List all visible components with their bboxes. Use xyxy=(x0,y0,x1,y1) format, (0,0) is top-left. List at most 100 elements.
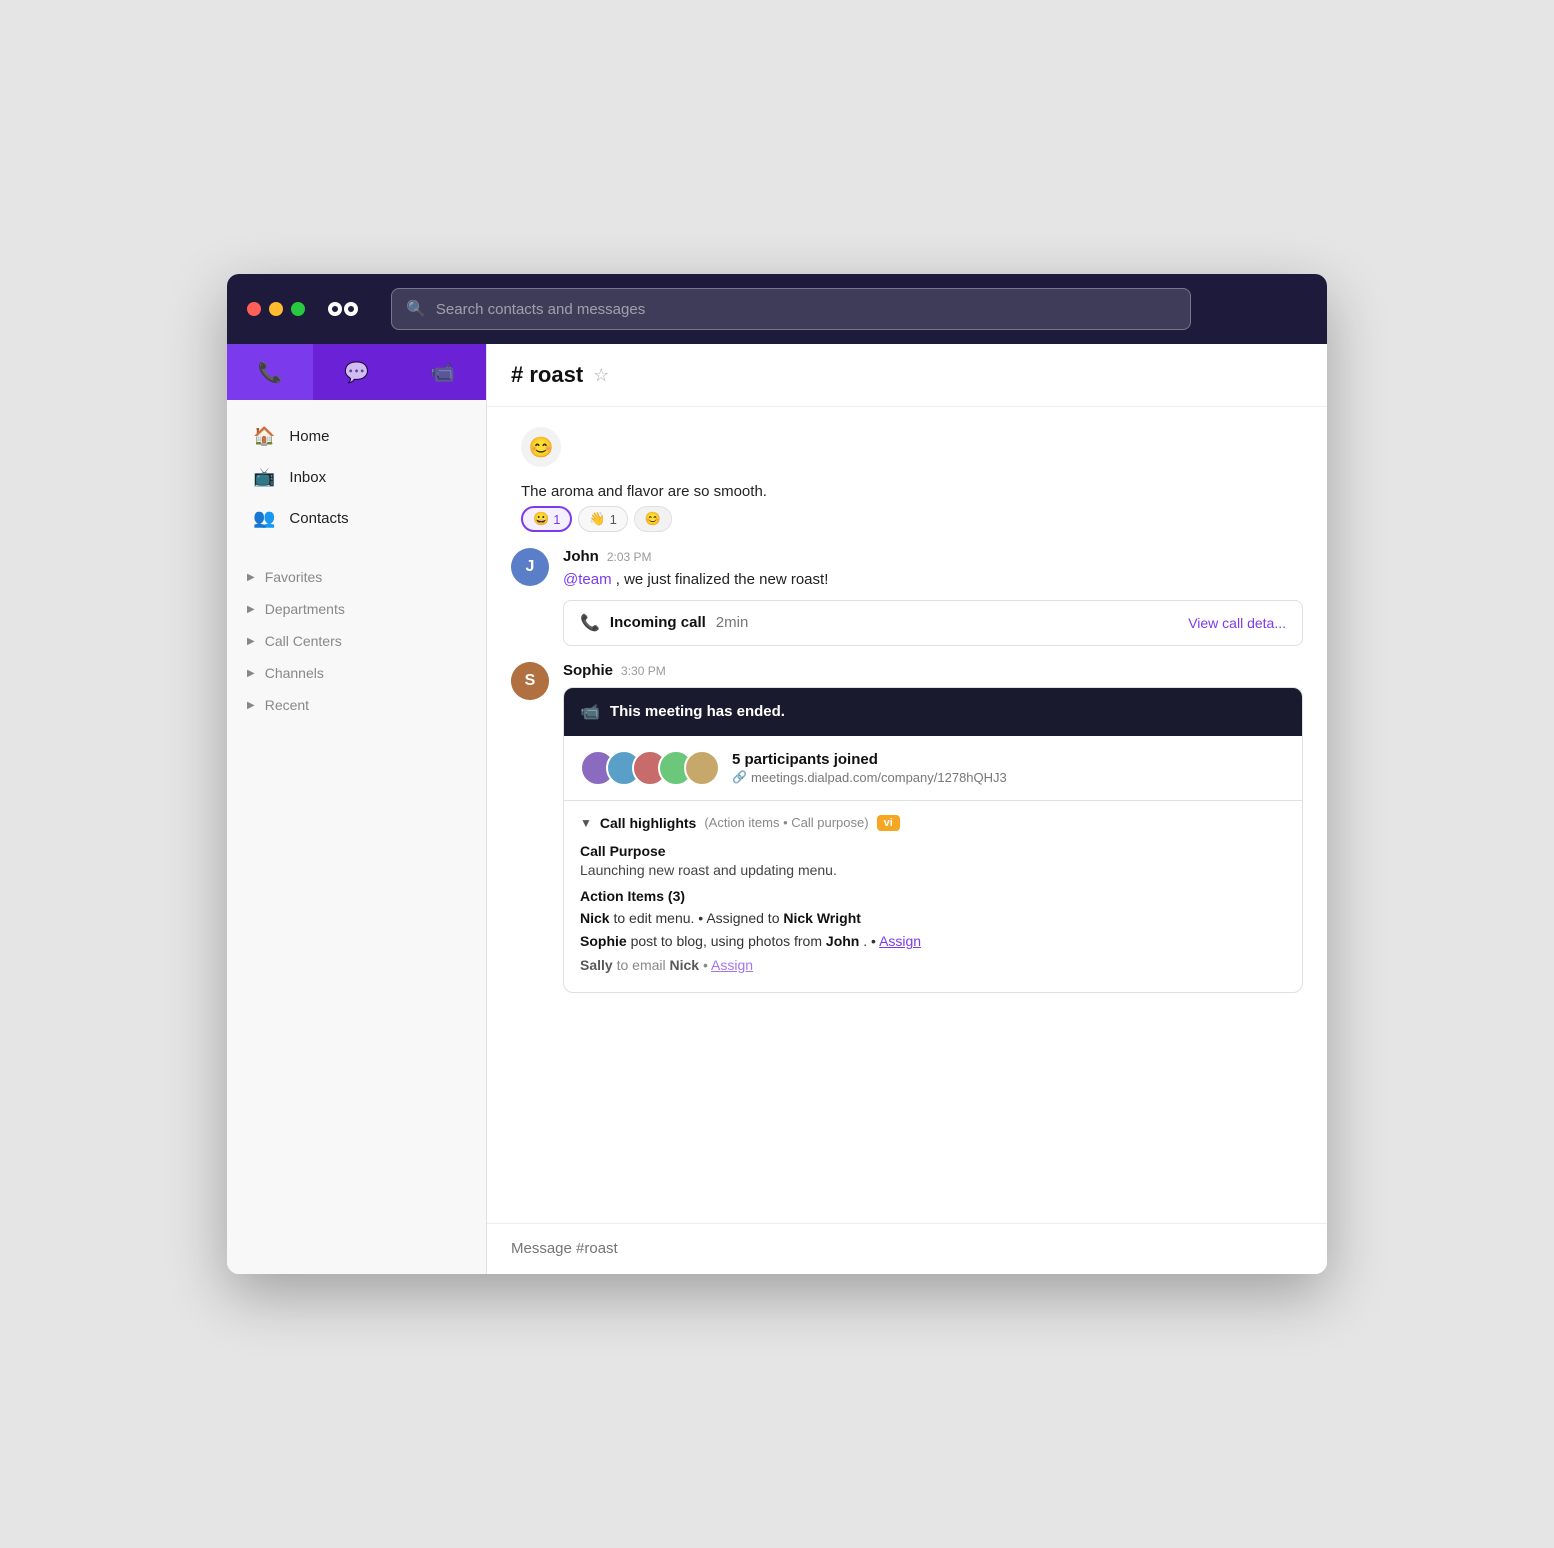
section-label: Call Centers xyxy=(265,633,342,649)
reaction-emoji: 😊 xyxy=(645,511,661,527)
sidebar-item-recent[interactable]: ▶ Recent xyxy=(227,689,486,721)
highlights-toggle[interactable]: ▼ xyxy=(580,816,592,830)
sophie-avatar: S xyxy=(511,662,549,700)
inbox-icon: 📺 xyxy=(253,467,275,488)
sidebar-item-departments[interactable]: ▶ Departments xyxy=(227,593,486,625)
video-icon: 📹 xyxy=(430,360,455,385)
action-item-1-assigned: • Assigned to xyxy=(698,910,783,926)
tab-phone[interactable]: 📞 xyxy=(227,344,313,400)
call-purpose-section: Call Purpose Launching new roast and upd… xyxy=(580,843,1286,878)
call-icon: 📞 xyxy=(580,613,600,633)
action-item-1-name2: Nick Wright xyxy=(783,910,861,926)
call-label: Incoming call xyxy=(610,614,706,631)
star-icon[interactable]: ☆ xyxy=(593,365,609,386)
meeting-participants: 5 participants joined 🔗 meetings.dialpad… xyxy=(564,736,1302,801)
action-item-2-name1: Sophie xyxy=(580,933,627,949)
john-message-row: J John 2:03 PM @team , we just finalized… xyxy=(511,548,1303,646)
meeting-header: 📹 This meeting has ended. xyxy=(564,688,1302,736)
home-icon: 🏠 xyxy=(253,426,275,447)
sidebar-item-home[interactable]: 🏠 Home xyxy=(233,416,480,457)
reaction-count: 1 xyxy=(553,512,560,527)
chevron-icon: ▶ xyxy=(247,668,255,679)
call-info: 📞 Incoming call 2min xyxy=(580,613,748,633)
action-item-3-dot: • xyxy=(703,957,711,973)
chevron-icon: ▶ xyxy=(247,572,255,583)
maximize-button[interactable] xyxy=(291,302,305,316)
sidebar-item-channels[interactable]: ▶ Channels xyxy=(227,657,486,689)
timestamp: 3:30 PM xyxy=(621,664,666,678)
sidebar-item-label: Contacts xyxy=(289,510,348,527)
sidebar-item-call-centers[interactable]: ▶ Call Centers xyxy=(227,625,486,657)
section-label: Channels xyxy=(265,665,324,681)
action-items-label: Action Items (3) xyxy=(580,888,1286,904)
tab-video[interactable]: 📹 xyxy=(400,344,486,400)
action-items-section: Action Items (3) Nick to edit menu. • As… xyxy=(580,888,1286,978)
search-bar[interactable]: 🔍 xyxy=(391,288,1191,330)
action-item-3: Sally to email Nick • Assign xyxy=(580,954,1286,978)
sidebar-item-inbox[interactable]: 📺 Inbox xyxy=(233,457,480,498)
close-button[interactable] xyxy=(247,302,261,316)
action-item-3-text: to email xyxy=(617,957,670,973)
app-logo xyxy=(325,291,361,327)
search-input[interactable] xyxy=(436,301,1176,318)
video-meeting-icon: 📹 xyxy=(580,702,600,722)
assign-link-3[interactable]: Assign xyxy=(711,957,753,973)
chat-messages: 😊 The aroma and flavor are so smooth. 😀 … xyxy=(487,407,1327,1223)
sidebar-item-favorites[interactable]: ▶ Favorites xyxy=(227,561,486,593)
action-item-1-text: to edit menu. xyxy=(613,910,694,926)
message-meta: John 2:03 PM xyxy=(563,548,1303,565)
participant-avatar-5 xyxy=(684,750,720,786)
reaction-wave[interactable]: 👋 1 xyxy=(578,506,627,532)
view-call-link[interactable]: View call deta... xyxy=(1188,615,1286,631)
participants-count: 5 participants joined xyxy=(732,751,1007,768)
call-purpose-label: Call Purpose xyxy=(580,843,1286,859)
sidebar-item-contacts[interactable]: 👥 Contacts xyxy=(233,498,480,539)
sidebar-nav: 🏠 Home 📺 Inbox 👥 Contacts xyxy=(227,400,486,555)
mention-team: @team xyxy=(563,571,612,588)
john-avatar: J xyxy=(511,548,549,586)
vi-badge: vi xyxy=(877,815,900,831)
message-input[interactable] xyxy=(511,1240,1303,1257)
meeting-ended-label: This meeting has ended. xyxy=(610,703,785,720)
meeting-url: 🔗 meetings.dialpad.com/company/1278hQHJ3 xyxy=(732,770,1007,785)
highlights-section: ▼ Call highlights (Action items • Call p… xyxy=(564,801,1302,992)
tab-chat[interactable]: 💬 xyxy=(313,344,399,400)
highlights-header: ▼ Call highlights (Action items • Call p… xyxy=(580,815,1286,831)
emoji-content: 😊 xyxy=(529,435,554,460)
main-layout: 📞 💬 📹 🏠 Home 📺 Inbox xyxy=(227,344,1327,1274)
reaction-smile[interactable]: 😀 1 xyxy=(521,506,572,532)
reaction-add[interactable]: 😊 xyxy=(634,506,672,532)
reaction-emoji: 👋 xyxy=(589,511,605,527)
highlights-label: Call highlights xyxy=(600,815,696,831)
action-item-1: Nick to edit menu. • Assigned to Nick Wr… xyxy=(580,907,1286,931)
message-input-area xyxy=(487,1223,1327,1274)
john-message-body: @team , we just finalized the new roast! xyxy=(563,569,1303,592)
assign-link-2[interactable]: Assign xyxy=(879,933,921,949)
chat-icon: 💬 xyxy=(344,360,369,385)
john-message-content: John 2:03 PM @team , we just finalized t… xyxy=(563,548,1303,646)
sidebar-item-label: Home xyxy=(289,428,329,445)
section-label: Favorites xyxy=(265,569,323,585)
action-item-2-text: post to blog, using photos from xyxy=(631,933,826,949)
reaction-emoji: 😀 xyxy=(533,511,549,527)
avatar-initials: S xyxy=(511,662,549,700)
chat-area: # roast ☆ 😊 The aroma and flavor are so … xyxy=(487,344,1327,1274)
sophie-message-row: S Sophie 3:30 PM 📹 This meeting has ende… xyxy=(511,662,1303,993)
action-item-3-name: Sally xyxy=(580,957,613,973)
call-purpose-text: Launching new roast and updating menu. xyxy=(580,862,1286,878)
phone-icon: 📞 xyxy=(258,360,283,385)
participant-avatars xyxy=(580,750,720,786)
chevron-icon: ▶ xyxy=(247,636,255,647)
avatar-initials: J xyxy=(511,548,549,586)
minimize-button[interactable] xyxy=(269,302,283,316)
sidebar-sections: ▶ Favorites ▶ Departments ▶ Call Centers… xyxy=(227,555,486,727)
action-item-2-dot: . • xyxy=(863,933,879,949)
traffic-lights xyxy=(247,302,305,316)
reactions-row: 😀 1 👋 1 😊 xyxy=(521,506,1303,532)
timestamp: 2:03 PM xyxy=(607,550,652,564)
chevron-icon: ▶ xyxy=(247,700,255,711)
meeting-card: 📹 This meeting has ended. xyxy=(563,687,1303,993)
section-label: Departments xyxy=(265,601,345,617)
section-label: Recent xyxy=(265,697,309,713)
message-text-suffix: , we just finalized the new roast! xyxy=(616,571,829,588)
